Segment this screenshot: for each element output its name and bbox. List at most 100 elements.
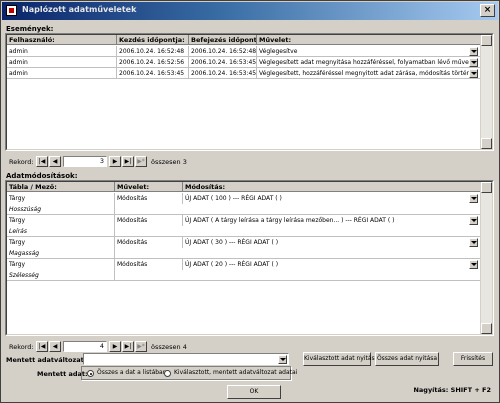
open-all-button[interactable]: Összes adat nyitása [375, 352, 439, 366]
last-record-button[interactable]: ▶| [122, 156, 134, 167]
ok-button[interactable]: OK [227, 385, 281, 399]
events-record-nav: Rekord: |◀ ◀ 3 ▶ ▶| ▶* összesen 3 [9, 156, 249, 168]
changes-cell-table[interactable]: Tárgy [7, 237, 115, 248]
events-cell-start[interactable]: 2006.10.24. 16:52:48 [117, 46, 189, 57]
events-cell-start[interactable]: 2006.10.24. 16:52:56 [117, 57, 189, 68]
prev-record-icon: ◀ [52, 343, 58, 350]
events-cell-end[interactable]: 2006.10.24. 16:53:45 [189, 68, 257, 79]
events-grid-frame: Felhasználó: Kezdés időpontja: Befejezés… [6, 34, 493, 150]
changes-record-nav: Rekord: |◀ ◀ 4 ▶ ▶| ▶* összesen 4 [9, 341, 249, 353]
saved-versions-label: Mentett adatváltozatok: [6, 356, 96, 364]
saved-versions-combo[interactable] [83, 353, 289, 365]
changes-col-op[interactable]: Művelet: [115, 182, 183, 192]
table-row[interactable]: Tárgy Hosszúság Módosítás ÚJ ADAT ( 100 ) -… [7, 193, 492, 215]
new-record-button[interactable]: ▶* [135, 341, 147, 352]
first-record-button[interactable]: |◀ [36, 341, 48, 352]
events-cell-user[interactable]: admin [7, 57, 117, 68]
close-button[interactable]: × [480, 4, 495, 17]
changes-cell-op[interactable]: Módosítás [115, 237, 183, 248]
changes-cell-table[interactable]: Tárgy [7, 193, 115, 204]
scroll-up-button[interactable] [481, 182, 492, 193]
scroll-down-button[interactable] [481, 138, 492, 149]
chevron-down-icon[interactable] [278, 355, 287, 364]
radio-all-label[interactable]: Összes a dat a listában [97, 369, 167, 376]
open-selected-button[interactable]: Kiválasztott adat nyitása [303, 352, 378, 366]
changes-cell-op[interactable]: Módosítás [115, 215, 183, 226]
last-record-button[interactable]: ▶| [122, 341, 134, 352]
events-cell-start[interactable]: 2006.10.24. 16:53:45 [117, 68, 189, 79]
changes-cell-field[interactable]: Leírás [7, 226, 115, 237]
events-vscroll[interactable] [480, 35, 492, 149]
changes-cell-change[interactable]: ÚJ ADAT ( A tárgy leírása a tárgy leírás… [183, 215, 482, 226]
events-cell-end[interactable]: 2006.10.24. 16:53:45 [189, 57, 257, 68]
changes-cell-field[interactable]: Szélesség [7, 270, 115, 281]
events-cell-action[interactable]: Véglegesített, hozzáféréssel megnyitott … [257, 68, 482, 79]
chevron-down-icon[interactable] [469, 58, 478, 67]
changes-grid[interactable]: Tábla / Mező: Művelet: Módosítás: Tárgy H… [5, 180, 494, 336]
chevron-down-icon[interactable] [469, 69, 478, 78]
events-section-label: Események: [6, 25, 54, 33]
changes-cell-change[interactable]: ÚJ ADAT ( 100 ) --- RÉGI ADAT ( ) [183, 193, 482, 204]
events-cell-user[interactable]: admin [7, 46, 117, 57]
events-col-action[interactable]: Művelet: [257, 35, 482, 45]
radio-all[interactable] [87, 370, 94, 377]
chevron-down-icon[interactable] [469, 260, 478, 269]
zoom-hint: Nagyítás: SHIFT + F2 [413, 386, 491, 394]
changes-col-change[interactable]: Módosítás: [183, 182, 482, 192]
refresh-button[interactable]: Frissítés [453, 352, 493, 366]
scroll-up-button[interactable] [481, 35, 492, 46]
prev-record-button[interactable]: ◀ [49, 156, 61, 167]
first-record-button[interactable]: |◀ [36, 156, 48, 167]
app-icon [6, 5, 17, 16]
chevron-down-icon[interactable] [469, 216, 478, 225]
chevron-down-icon[interactable] [469, 238, 478, 247]
table-row[interactable]: Tárgy Leírás Módosítás ÚJ ADAT ( A tárgy le… [7, 215, 492, 237]
first-record-icon: |◀ [38, 158, 46, 165]
events-cell-action[interactable]: Véglegesítve [257, 46, 482, 57]
changes-section-label: Adatmódosítások: [6, 172, 78, 180]
changes-vscroll[interactable] [480, 182, 492, 334]
events-col-user[interactable]: Felhasználó: [7, 35, 117, 45]
events-col-start[interactable]: Kezdés időpontja: [117, 35, 189, 45]
table-row[interactable]: Tárgy Magasság Módosítás ÚJ ADAT ( 30 ) ---… [7, 237, 492, 259]
app-window: Naplózott adatműveletek × Események: Fel… [0, 0, 500, 403]
events-cell-user[interactable]: admin [7, 68, 117, 79]
radio-selected-label[interactable]: Kiválasztott, mentett adatváltozat adata… [174, 369, 297, 376]
changes-cell-field[interactable]: Magasság [7, 248, 115, 259]
table-row[interactable]: admin 2006.10.24. 16:52:56 2006.10.24. 16:… [7, 57, 492, 68]
prev-record-icon: ◀ [52, 158, 58, 165]
new-record-icon: ▶* [137, 158, 145, 165]
changes-record-label: Rekord: [9, 343, 34, 351]
table-row[interactable]: admin 2006.10.24. 16:52:48 2006.10.24. 16:… [7, 46, 492, 57]
titlebar[interactable]: Naplózott adatműveletek × [2, 2, 498, 20]
prev-record-button[interactable]: ◀ [49, 341, 61, 352]
changes-cell-table[interactable]: Tárgy [7, 259, 115, 270]
table-row[interactable]: admin 2006.10.24. 16:53:45 2006.10.24. 16:… [7, 68, 492, 79]
events-col-end[interactable]: Befejezés időpontja: [189, 35, 257, 45]
last-record-icon: ▶| [124, 158, 132, 165]
next-record-button[interactable]: ▶ [109, 156, 121, 167]
changes-cell-field[interactable]: Hosszúság [7, 204, 115, 215]
events-grid[interactable]: Felhasználó: Kezdés időpontja: Befejezés… [5, 33, 494, 151]
changes-cell-op[interactable]: Módosítás [115, 259, 183, 270]
changes-cell-op[interactable]: Módosítás [115, 193, 183, 204]
events-record-current[interactable]: 3 [63, 156, 107, 167]
table-row[interactable]: Tárgy Szélesség Módosítás ÚJ ADAT ( 20 ) --… [7, 259, 492, 281]
next-record-button[interactable]: ▶ [109, 341, 121, 352]
changes-record-current[interactable]: 4 [63, 341, 107, 352]
new-record-button[interactable]: ▶* [135, 156, 147, 167]
events-cell-action[interactable]: Véglegesített adat megnyitása hozzáférés… [257, 57, 482, 68]
next-record-icon: ▶ [112, 158, 118, 165]
last-record-icon: ▶| [124, 343, 132, 350]
changes-col-table[interactable]: Tábla / Mező: [7, 182, 115, 192]
first-record-icon: |◀ [38, 343, 46, 350]
changes-record-total: összesen 4 [151, 343, 187, 351]
changes-cell-change[interactable]: ÚJ ADAT ( 20 ) --- RÉGI ADAT ( ) [183, 259, 482, 270]
radio-selected[interactable] [164, 370, 171, 377]
changes-cell-change[interactable]: ÚJ ADAT ( 30 ) --- RÉGI ADAT ( ) [183, 237, 482, 248]
chevron-down-icon[interactable] [469, 194, 478, 203]
scroll-down-button[interactable] [481, 323, 492, 334]
chevron-down-icon[interactable] [469, 47, 478, 56]
events-cell-end[interactable]: 2006.10.24. 16:52:48 [189, 46, 257, 57]
changes-cell-table[interactable]: Tárgy [7, 215, 115, 226]
